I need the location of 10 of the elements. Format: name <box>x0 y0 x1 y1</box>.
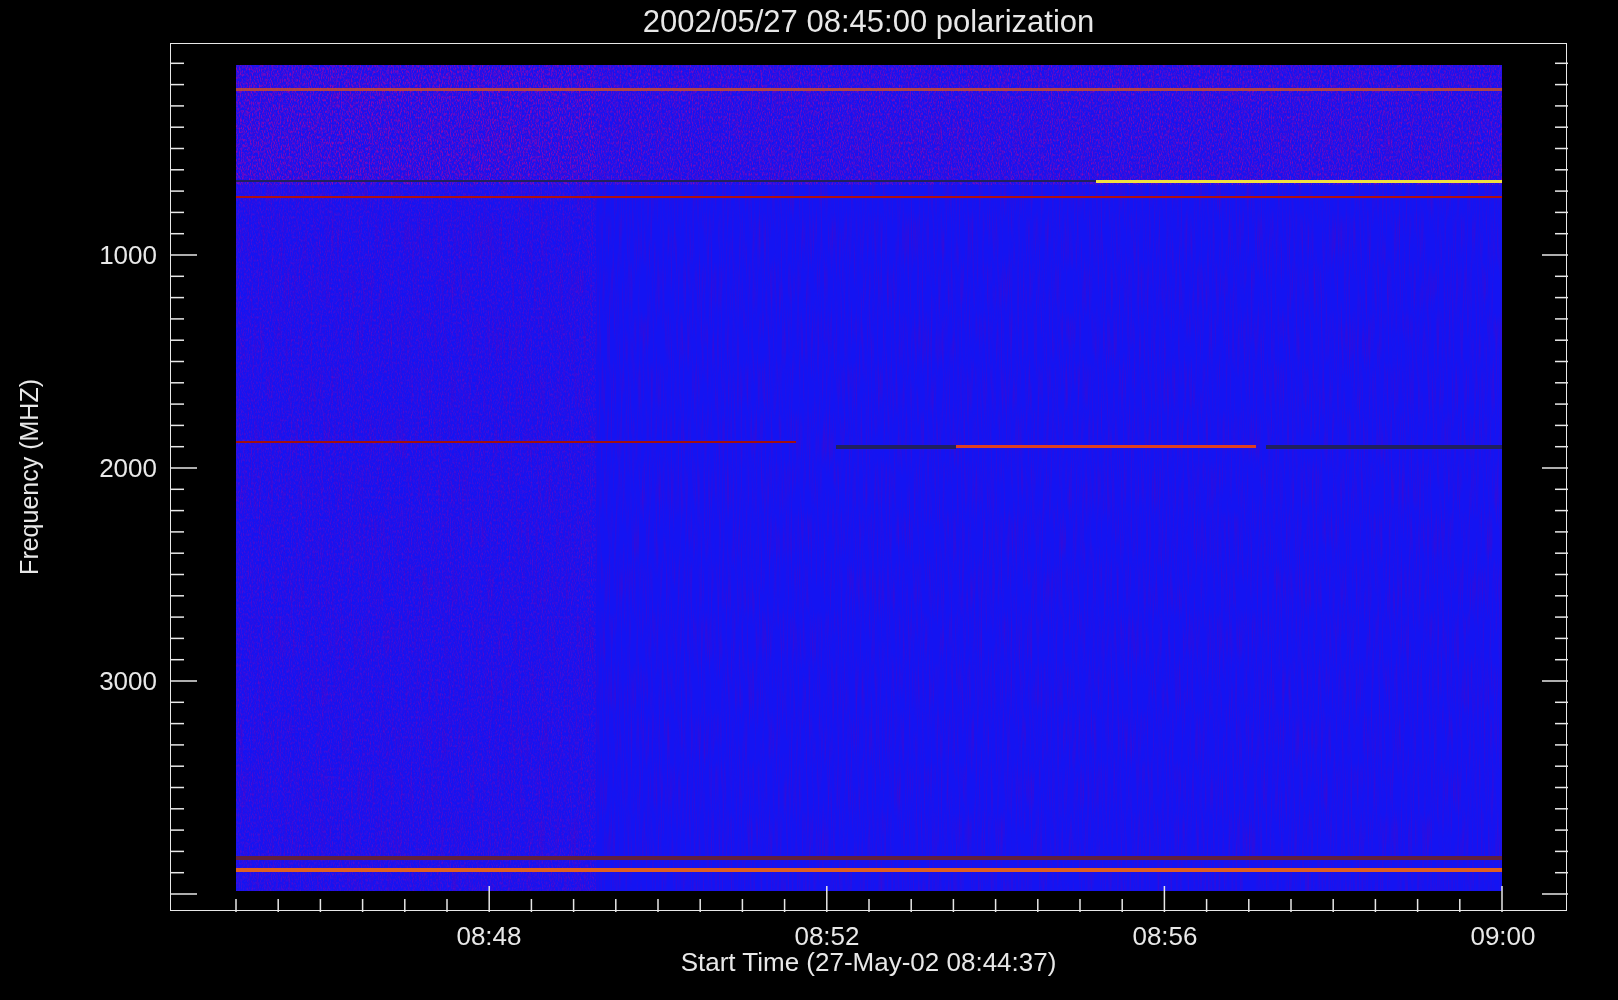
chart-title: 2002/05/27 08:45:00 polarization <box>642 6 1095 37</box>
x-tick-label: 08:56 <box>1131 923 1199 949</box>
x-tick-label: 08:48 <box>455 923 523 949</box>
y-axis-label: Frequency (MHZ) <box>14 379 45 575</box>
y-tick-label: 2000 <box>98 455 157 481</box>
y-tick-label: 1000 <box>98 242 157 268</box>
x-axis-label: Start Time (27-May-02 08:44:37) <box>680 949 1057 975</box>
y-tick-label: 3000 <box>98 668 157 694</box>
x-tick-label: 08:52 <box>793 923 861 949</box>
x-tick-label: 09:00 <box>1469 923 1537 949</box>
